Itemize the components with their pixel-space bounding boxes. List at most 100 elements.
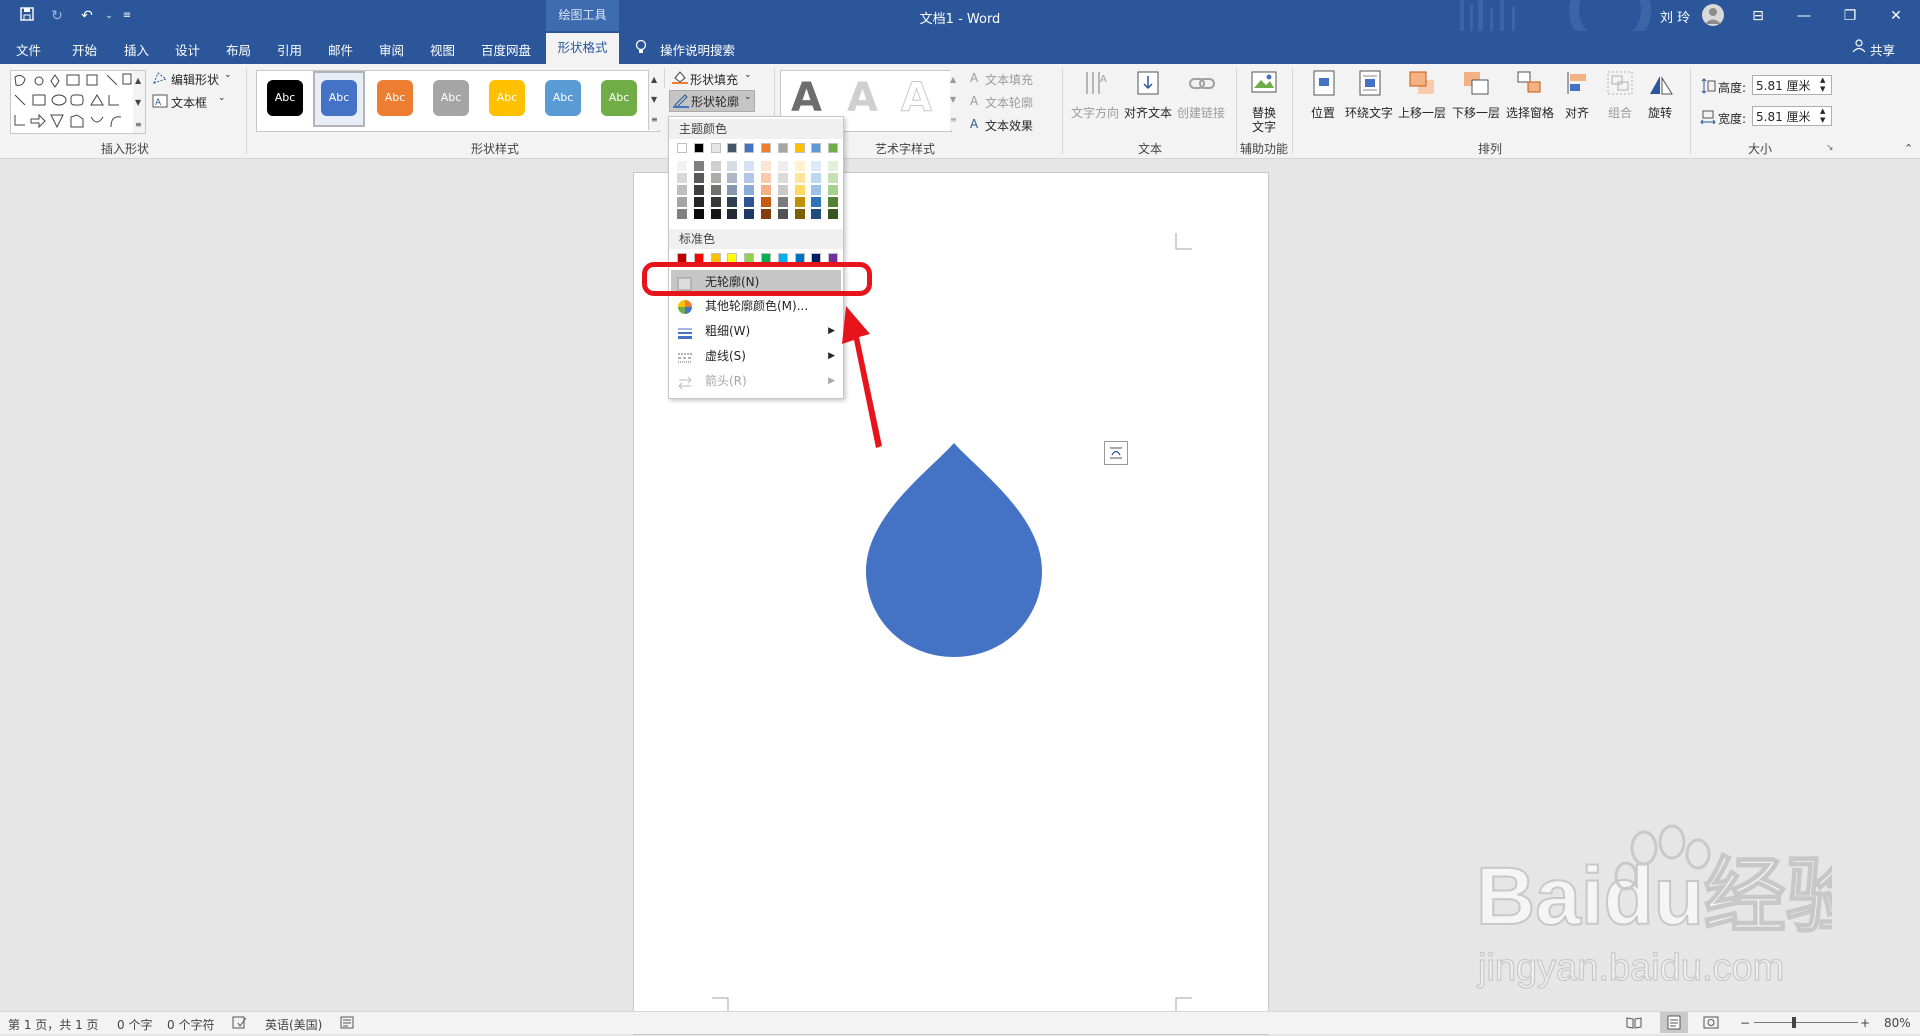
align-text-icon[interactable] (1134, 70, 1162, 96)
shape-style-preset-5[interactable]: Abc (489, 80, 525, 116)
chevron-down-icon[interactable]: ⌄ (218, 93, 226, 103)
theme-shade-swatch[interactable] (811, 209, 822, 219)
theme-shade-swatch[interactable] (828, 209, 839, 219)
theme-shade-swatch[interactable] (777, 185, 788, 195)
bring-forward-icon[interactable] (1408, 70, 1436, 96)
theme-shade-swatch[interactable] (677, 197, 687, 207)
text-box-icon[interactable]: A (152, 94, 168, 108)
theme-shade-swatch[interactable] (677, 173, 687, 183)
theme-shade-swatch[interactable] (677, 185, 687, 195)
share-icon[interactable] (1852, 39, 1866, 56)
size-launcher-icon[interactable]: ↘ (1826, 143, 1834, 153)
shape-gallery[interactable]: ▲ ▼ ≡ (10, 70, 146, 134)
group-objects-button[interactable]: 组合 (1608, 104, 1632, 121)
tab-view[interactable]: 视图 (430, 40, 455, 59)
theme-shade-swatch[interactable] (794, 185, 805, 195)
theme-shade-swatch[interactable] (811, 185, 822, 195)
theme-color-swatch[interactable] (744, 143, 755, 153)
proofing-icon[interactable] (232, 1016, 248, 1032)
selection-pane-button[interactable]: 选择窗格 (1506, 104, 1554, 121)
theme-shade-swatch[interactable] (710, 161, 721, 171)
shape-fill-button[interactable]: 形状填充 (690, 71, 738, 88)
edit-shape-icon[interactable] (152, 71, 168, 85)
theme-color-swatch[interactable] (761, 143, 771, 153)
collapse-ribbon-icon[interactable]: ⌃ (1904, 142, 1913, 155)
theme-color-swatch[interactable] (811, 143, 822, 153)
tab-shape-format[interactable]: 形状格式 (546, 33, 619, 64)
position-icon[interactable] (1310, 70, 1338, 96)
theme-shade-swatch[interactable] (777, 173, 788, 183)
layout-options-icon[interactable] (1104, 441, 1128, 465)
text-effect-button[interactable]: 文本效果 (985, 117, 1033, 134)
theme-shade-swatch[interactable] (761, 161, 771, 171)
wordart-style-1[interactable]: A (791, 75, 822, 121)
tell-me-search[interactable]: 操作说明搜索 (660, 40, 735, 59)
chevron-down-icon[interactable]: ⌄ (224, 70, 232, 80)
read-mode-icon[interactable] (1626, 1016, 1642, 1032)
theme-shade-swatch[interactable] (811, 161, 822, 171)
wordart-style-2[interactable]: A (847, 75, 878, 121)
send-backward-icon[interactable] (1462, 70, 1490, 96)
text-outline-button[interactable]: 文本轮廓 (985, 94, 1033, 111)
position-button[interactable]: 位置 (1311, 104, 1335, 121)
shape-style-preset-4[interactable]: Abc (433, 80, 469, 116)
tab-insert[interactable]: 插入 (124, 40, 149, 59)
chevron-down-icon[interactable]: ⌄ (744, 70, 752, 80)
zoom-slider-thumb[interactable] (1792, 1017, 1796, 1028)
bring-forward-button[interactable]: 上移一层 (1398, 104, 1446, 121)
theme-shade-swatch[interactable] (777, 209, 788, 219)
theme-shade-swatch[interactable] (677, 161, 687, 171)
theme-shade-swatch[interactable] (777, 197, 788, 207)
restore-icon[interactable]: ❐ (1830, 4, 1870, 28)
theme-shade-swatch[interactable] (828, 185, 839, 195)
tab-review[interactable]: 审阅 (379, 40, 404, 59)
theme-shade-swatch[interactable] (693, 161, 704, 171)
edit-shape-button[interactable]: 编辑形状 (171, 71, 219, 88)
ribbon-display-icon[interactable]: ⊟ (1738, 4, 1778, 28)
rotate-icon[interactable] (1646, 70, 1674, 96)
align-button[interactable]: 对齐 (1565, 104, 1589, 121)
shape-style-preset-1[interactable]: Abc (267, 80, 303, 116)
menu-item-weight[interactable]: 粗细(W) ▶ (671, 319, 841, 343)
tab-layout[interactable]: 布局 (226, 40, 251, 59)
theme-shade-swatch[interactable] (744, 209, 755, 219)
theme-shade-swatch[interactable] (744, 161, 755, 171)
height-spinner-icon[interactable]: ▲ ▼ (1820, 76, 1825, 94)
theme-shade-swatch[interactable] (693, 173, 704, 183)
align-icon[interactable] (1565, 70, 1593, 96)
theme-color-swatch[interactable] (727, 143, 738, 153)
create-link-icon[interactable] (1188, 74, 1216, 100)
zoom-slider[interactable] (1754, 1022, 1858, 1023)
share-button[interactable]: 共享 (1870, 40, 1895, 59)
print-layout-button[interactable] (1660, 1012, 1688, 1033)
shape-style-preset-3[interactable]: Abc (377, 80, 413, 116)
theme-shade-swatch[interactable] (794, 161, 805, 171)
shape-style-preset-7[interactable]: Abc (601, 80, 637, 116)
theme-shade-swatch[interactable] (828, 161, 839, 171)
theme-shade-swatch[interactable] (693, 209, 704, 219)
text-direction-icon[interactable]: A (1081, 70, 1109, 96)
create-link-button[interactable]: 创建链接 (1177, 104, 1225, 121)
theme-shade-swatch[interactable] (811, 197, 822, 207)
minimize-icon[interactable]: — (1784, 4, 1824, 28)
language[interactable]: 英语(美国) (265, 1016, 322, 1033)
tab-mailings[interactable]: 邮件 (328, 40, 353, 59)
theme-shade-swatch[interactable] (761, 197, 771, 207)
tab-baidu-netdisk[interactable]: 百度网盘 (481, 40, 531, 59)
teardrop-shape[interactable] (864, 441, 1044, 659)
tab-home[interactable]: 开始 (72, 40, 97, 59)
tab-references[interactable]: 引用 (277, 40, 302, 59)
rotate-button[interactable]: 旋转 (1648, 104, 1672, 121)
zoom-in-icon[interactable]: + (1860, 1016, 1870, 1030)
width-spinner-icon[interactable]: ▲ ▼ (1820, 107, 1825, 125)
user-name[interactable]: 刘 玲 (1660, 7, 1690, 26)
theme-shade-swatch[interactable] (727, 173, 738, 183)
theme-shade-swatch[interactable] (744, 173, 755, 183)
theme-shade-swatch[interactable] (693, 185, 704, 195)
theme-shade-swatch[interactable] (710, 173, 721, 183)
menu-item-dashes[interactable]: 虚线(S) ▶ (671, 344, 841, 368)
theme-color-swatch[interactable] (693, 143, 704, 153)
send-backward-button[interactable]: 下移一层 (1452, 104, 1500, 121)
theme-shade-swatch[interactable] (828, 173, 839, 183)
text-fill-button[interactable]: 文本填充 (985, 71, 1033, 88)
